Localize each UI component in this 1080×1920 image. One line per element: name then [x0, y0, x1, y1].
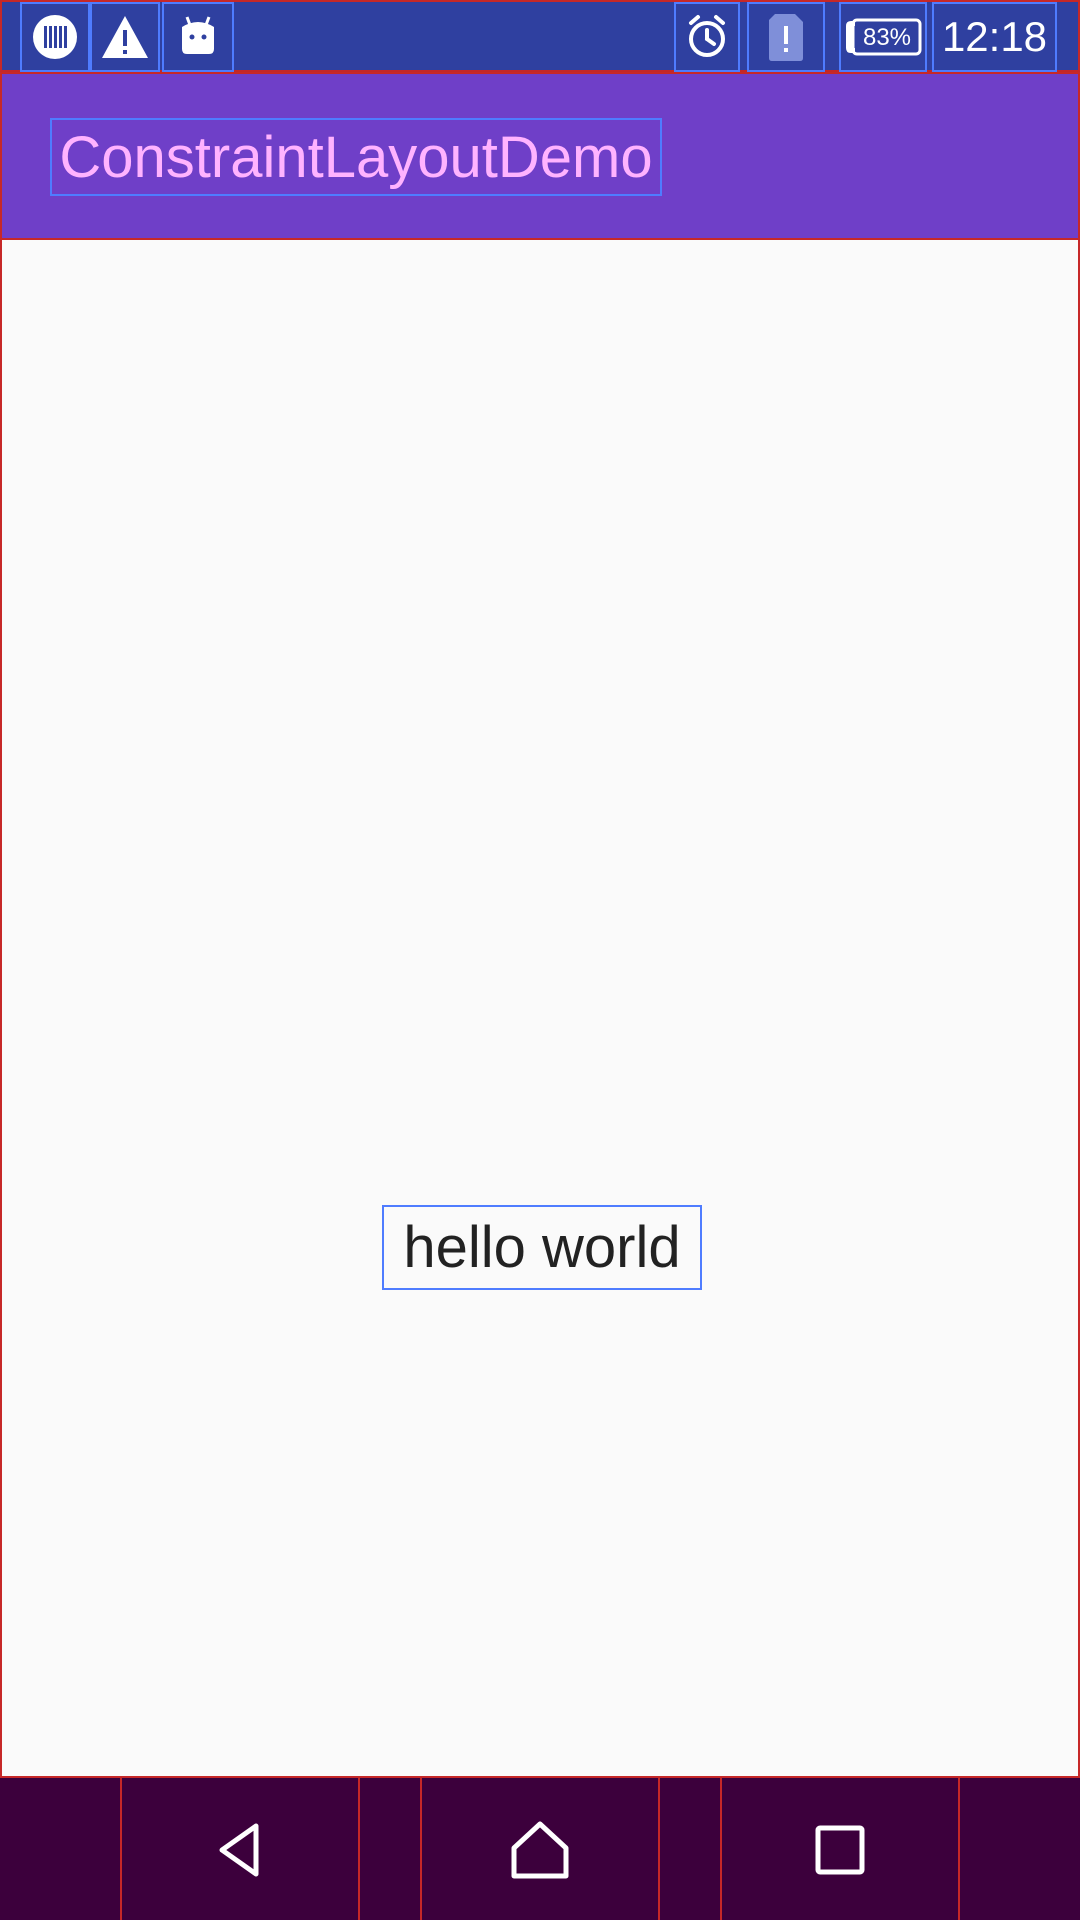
back-button[interactable] — [120, 1778, 360, 1920]
main-content: hello world — [0, 240, 1080, 1776]
hello-world-text: hello world — [382, 1205, 702, 1290]
app-bar: ConstraintLayoutDemo — [0, 72, 1080, 240]
sim-error-icon — [747, 2, 825, 72]
navigation-bar — [0, 1776, 1080, 1920]
android-icon — [162, 2, 234, 72]
warning-icon — [90, 2, 160, 72]
back-icon — [219, 1823, 259, 1877]
status-time: 12:18 — [932, 2, 1057, 72]
recent-apps-button[interactable] — [720, 1778, 960, 1920]
phone-screen: 83% 12:18 ConstraintLayoutDemo hello wor… — [0, 0, 1080, 1920]
home-button[interactable] — [420, 1778, 660, 1920]
alarm-icon — [674, 2, 740, 72]
battery-icon: 83% — [839, 2, 927, 72]
status-bar: 83% 12:18 — [0, 0, 1080, 72]
battery-percentage: 83% — [863, 24, 911, 51]
recent-apps-icon — [815, 1825, 865, 1875]
app-title: ConstraintLayoutDemo — [50, 118, 662, 196]
barcode-icon — [20, 2, 90, 72]
home-icon — [511, 1821, 569, 1879]
